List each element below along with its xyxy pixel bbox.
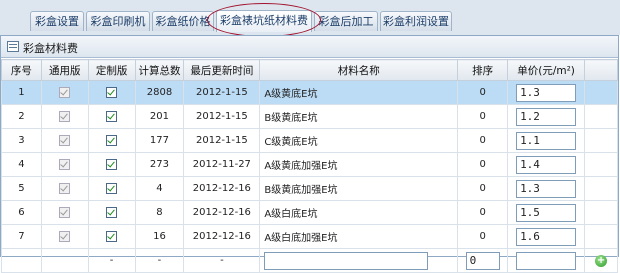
col-header-sort[interactable]: 排序 xyxy=(457,59,509,81)
col-header-custom[interactable]: 定制版 xyxy=(87,59,136,81)
universal-checkbox xyxy=(59,206,71,218)
last-updated: 2012-12-16 xyxy=(183,200,261,225)
table-row[interactable]: 4 273 2012-11-27 A级黄底加强E坑 0 1.4 xyxy=(1,152,618,177)
total-count: 177 xyxy=(134,128,185,153)
custom-checkbox[interactable] xyxy=(106,182,118,194)
unit-price-input[interactable]: 1.1 xyxy=(516,131,577,150)
material-name: A级白底E坑 xyxy=(259,200,459,225)
universal-checkbox xyxy=(59,134,71,146)
row-number: 1 xyxy=(1,80,42,105)
col-header-unit-price[interactable]: 单价(元/m²) xyxy=(507,59,586,81)
row-number: 2 xyxy=(1,104,42,129)
material-cost-panel: 彩盒材料费 序号 通用版 定制版 计算总数 最后更新时间 材料名称 排序 单价(… xyxy=(0,35,619,273)
row-number: 4 xyxy=(1,152,42,177)
total-count: 4 xyxy=(134,176,185,201)
table-row[interactable]: 5 4 2012-12-16 B级黄底加强E坑 0 1.3 xyxy=(1,176,618,201)
sort-value: 0 xyxy=(457,80,509,105)
sort-value: 0 xyxy=(457,200,509,225)
sort-value: 0 xyxy=(457,224,509,249)
custom-checkbox[interactable] xyxy=(106,134,118,146)
new-entry-row: - - - 0 + xyxy=(1,248,618,273)
table-row[interactable]: 2 201 2012-1-15 B级黄底E坑 0 1.2 xyxy=(1,104,618,129)
universal-checkbox xyxy=(59,230,71,242)
col-header-no[interactable]: 序号 xyxy=(1,59,42,81)
add-icon[interactable]: + xyxy=(595,254,608,267)
universal-checkbox xyxy=(59,182,71,194)
placeholder-dash: - xyxy=(87,248,136,273)
universal-checkbox xyxy=(59,158,71,170)
sort-value: 0 xyxy=(457,176,509,201)
unit-price-input[interactable]: 1.6 xyxy=(516,227,577,246)
universal-checkbox xyxy=(59,86,71,98)
row-number: 3 xyxy=(1,128,42,153)
total-count: 16 xyxy=(134,224,185,249)
col-header-total[interactable]: 计算总数 xyxy=(134,59,185,81)
sort-value: 0 xyxy=(457,104,509,129)
table-row[interactable]: 7 16 2012-12-16 A级白底加强E坑 0 1.6 xyxy=(1,224,618,249)
last-updated: 2012-11-27 xyxy=(183,152,261,177)
custom-checkbox[interactable] xyxy=(106,206,118,218)
col-header-last-updated[interactable]: 最后更新时间 xyxy=(183,59,261,81)
tab-box-lamination-material-cost[interactable]: 彩盒裱坑纸材料费 xyxy=(216,10,312,32)
table-row[interactable]: 1 2808 2012-1-15 A级黄底E坑 0 1.3 xyxy=(1,80,618,105)
row-number: 5 xyxy=(1,176,42,201)
total-count: 273 xyxy=(134,152,185,177)
material-name: A级黄底E坑 xyxy=(259,80,459,105)
table-row[interactable]: 3 177 2012-1-15 C级黄底E坑 0 1.1 xyxy=(1,128,618,153)
tab-box-profit-settings[interactable]: 彩盒利润设置 xyxy=(380,11,452,31)
col-header-actions xyxy=(584,59,618,81)
placeholder-dash: - xyxy=(134,248,185,273)
custom-checkbox[interactable] xyxy=(106,110,118,122)
last-updated: 2012-12-16 xyxy=(183,224,261,249)
material-name: A级黄底加强E坑 xyxy=(259,152,459,177)
total-count: 8 xyxy=(134,200,185,225)
tab-box-paper-price[interactable]: 彩盒纸价格 xyxy=(152,11,214,31)
unit-price-input[interactable]: 1.3 xyxy=(516,83,577,102)
last-updated: 2012-12-16 xyxy=(183,176,261,201)
material-cost-table: 序号 通用版 定制版 计算总数 最后更新时间 材料名称 排序 单价(元/m²) … xyxy=(1,59,618,273)
new-material-name-input[interactable] xyxy=(264,251,429,270)
custom-checkbox[interactable] xyxy=(106,158,118,170)
unit-price-input[interactable]: 1.4 xyxy=(516,155,577,174)
material-name: C级黄底E坑 xyxy=(259,128,459,153)
placeholder-dash: - xyxy=(183,248,261,273)
material-name: A级白底加强E坑 xyxy=(259,224,459,249)
tab-bar: 彩盒设置 彩盒印刷机 彩盒纸价格 彩盒裱坑纸材料费 彩盒后加工 彩盒利润设置 xyxy=(0,0,620,37)
tab-box-post-processing[interactable]: 彩盒后加工 xyxy=(314,11,378,31)
new-sort-input[interactable]: 0 xyxy=(465,251,500,270)
universal-checkbox xyxy=(59,110,71,122)
material-name: B级黄底E坑 xyxy=(259,104,459,129)
tab-box-settings[interactable]: 彩盒设置 xyxy=(30,11,84,31)
total-count: 201 xyxy=(134,104,185,129)
row-number: 7 xyxy=(1,224,42,249)
col-header-universal[interactable]: 通用版 xyxy=(40,59,89,81)
last-updated: 2012-1-15 xyxy=(183,104,261,129)
sort-value: 0 xyxy=(457,152,509,177)
table-header-row: 序号 通用版 定制版 计算总数 最后更新时间 材料名称 排序 单价(元/m²) xyxy=(1,59,618,81)
sort-value: 0 xyxy=(457,128,509,153)
new-unit-price-input[interactable] xyxy=(516,251,577,270)
tab-box-printer[interactable]: 彩盒印刷机 xyxy=(86,11,150,31)
panel-title: 彩盒材料费 xyxy=(23,42,78,55)
unit-price-input[interactable]: 1.2 xyxy=(516,107,577,126)
custom-checkbox[interactable] xyxy=(106,86,118,98)
unit-price-input[interactable]: 1.5 xyxy=(516,203,577,222)
grid-icon xyxy=(7,41,19,52)
total-count: 2808 xyxy=(134,80,185,105)
material-name: B级黄底加强E坑 xyxy=(259,176,459,201)
table-row[interactable]: 6 8 2012-12-16 A级白底E坑 0 1.5 xyxy=(1,200,618,225)
last-updated: 2012-1-15 xyxy=(183,128,261,153)
col-header-material-name[interactable]: 材料名称 xyxy=(259,59,459,81)
panel-header: 彩盒材料费 xyxy=(1,35,618,58)
last-updated: 2012-1-15 xyxy=(183,80,261,105)
unit-price-input[interactable]: 1.3 xyxy=(516,179,577,198)
custom-checkbox[interactable] xyxy=(106,230,118,242)
row-number: 6 xyxy=(1,200,42,225)
